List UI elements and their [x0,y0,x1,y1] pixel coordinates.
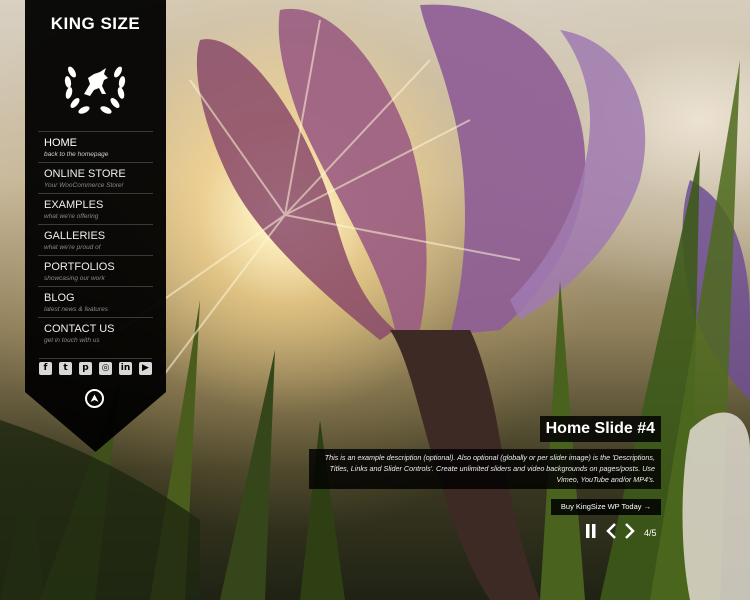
slide-counter: 4/5 [644,528,657,538]
sidebar-navigation: KING SIZE HOME back to the homepage ONLI… [25,0,166,452]
menu-item-galleries[interactable]: GALLERIES what we're proud of [38,224,153,255]
linkedin-icon[interactable]: in [119,362,132,375]
menu-item-blog[interactable]: BLOG latest news & features [38,286,153,317]
twitter-icon[interactable]: t [59,362,72,375]
pinterest-icon[interactable]: p [79,362,92,375]
previous-slide-icon[interactable] [605,522,617,540]
main-menu: HOME back to the homepage ONLINE STORE Y… [38,131,153,348]
facebook-icon[interactable]: f [39,362,52,375]
menu-item-home[interactable]: HOME back to the homepage [38,131,153,162]
menu-item-subtitle: get in touch with us [44,337,100,344]
slider-controls: 4/5 [583,522,663,544]
slide-title: Home Slide #4 [539,416,661,442]
toggle-menu-button[interactable] [85,389,104,408]
menu-item-subtitle: Your WooCommerce Store! [44,182,124,189]
menu-item-subtitle: back to the homepage [44,151,109,158]
menu-item-label: CONTACT US [44,323,115,335]
buy-kingsize-button[interactable]: Buy KingSize WP Today → [551,499,661,515]
next-slide-icon[interactable] [624,522,636,540]
menu-item-subtitle: what we're offering [44,213,99,220]
menu-item-label: EXAMPLES [44,199,104,211]
menu-item-label: BLOG [44,292,75,304]
instagram-icon[interactable]: ◎ [99,362,112,375]
menu-item-subtitle: what we're proud of [44,244,101,251]
pause-icon[interactable] [586,522,596,540]
menu-item-label: ONLINE STORE [44,168,126,180]
menu-item-label: GALLERIES [44,230,106,242]
menu-item-portfolios[interactable]: PORTFOLIOS showcasing our work [38,255,153,286]
youtube-icon[interactable]: ▶ [139,362,152,375]
menu-item-subtitle: showcasing our work [44,275,105,282]
arrow-up-icon [90,394,99,402]
menu-item-examples[interactable]: EXAMPLES what we're offering [38,193,153,224]
menu-item-contact-us[interactable]: CONTACT US get in touch with us [38,317,153,348]
slide-description: This is an example description (optional… [309,449,661,489]
site-title[interactable]: KING SIZE [25,14,166,34]
social-links: f t p ◎ in ▶ [39,358,152,380]
menu-item-online-store[interactable]: ONLINE STORE Your WooCommerce Store! [38,162,153,193]
menu-item-subtitle: latest news & features [44,306,108,313]
menu-item-label: HOME [44,137,77,149]
laurel-horse-logo-icon[interactable] [60,50,130,120]
menu-item-label: PORTFOLIOS [44,261,115,273]
